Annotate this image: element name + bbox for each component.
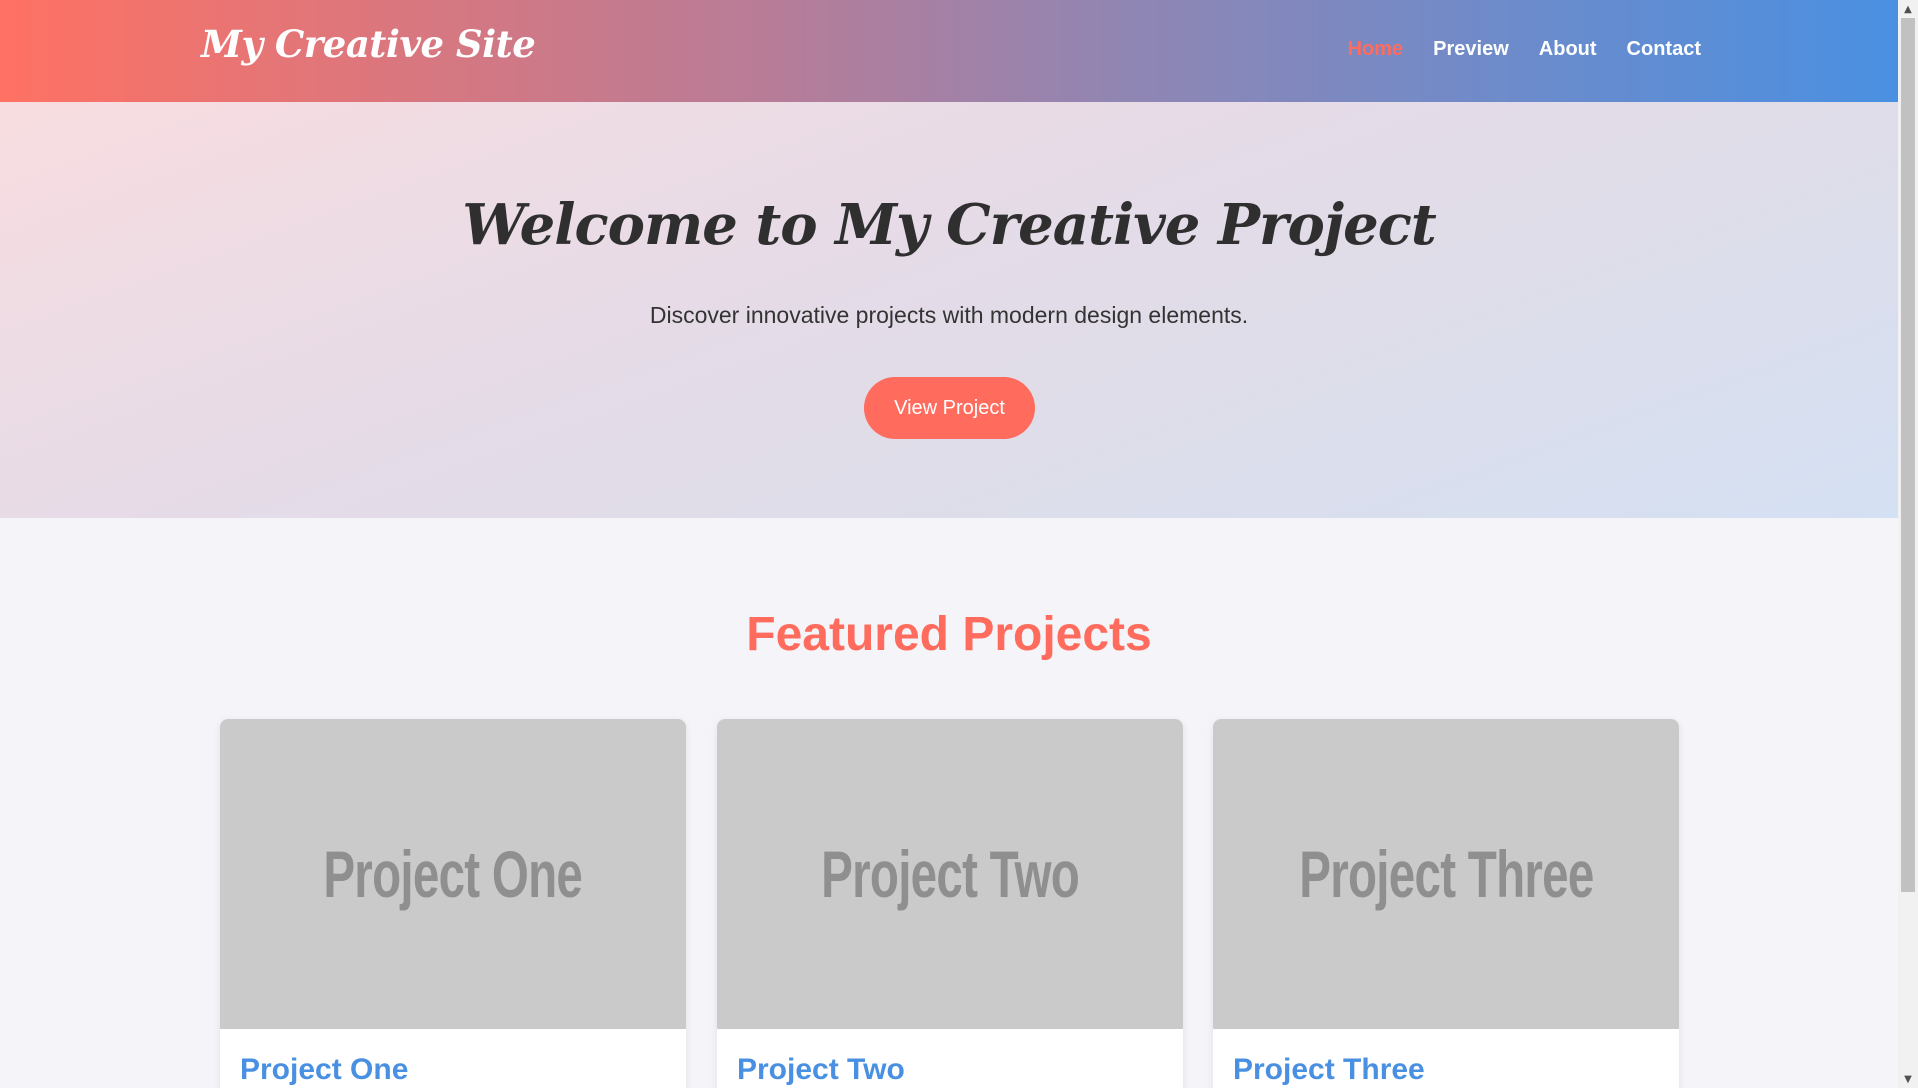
project-card-three[interactable]: Project Three Project Three (1213, 719, 1679, 1088)
project-image-placeholder: Project Two (717, 719, 1183, 1029)
main-nav: Home Preview About Contact (1348, 38, 1701, 61)
scrollbar-thumb[interactable] (1901, 18, 1915, 892)
scroll-down-arrow-icon[interactable]: ▼ (1898, 1070, 1918, 1088)
project-image-placeholder: Project Three (1213, 719, 1679, 1029)
project-card-one[interactable]: Project One Project One (220, 719, 686, 1088)
project-image-text: Project One (323, 837, 584, 911)
hero-section: Welcome to My Creative Project Discover … (0, 102, 1898, 518)
project-card-title[interactable]: Project Three (1233, 1053, 1425, 1087)
nav-link-contact[interactable]: Contact (1627, 38, 1701, 61)
project-card-two[interactable]: Project Two Project Two (717, 719, 1183, 1088)
nav-link-about[interactable]: About (1539, 38, 1597, 61)
project-card-title[interactable]: Project Two (737, 1053, 905, 1087)
hero-subtitle: Discover innovative projects with modern… (649, 302, 1249, 328)
featured-projects-heading: Featured Projects (746, 608, 1152, 661)
nav-link-home[interactable]: Home (1348, 38, 1404, 61)
project-image-text: Project Three (1298, 837, 1594, 911)
site-header: My Creative Site Home Preview About Cont… (0, 0, 1898, 102)
view-project-button[interactable]: View Project (864, 377, 1035, 439)
site-logo[interactable]: My Creative Site (201, 22, 536, 66)
hero-title: Welcome to My Creative Project (462, 192, 1436, 258)
scroll-up-arrow-icon[interactable]: ▲ (1898, 0, 1918, 18)
nav-link-preview[interactable]: Preview (1433, 38, 1509, 61)
project-image-text: Project Two (821, 837, 1080, 911)
page: My Creative Site Home Preview About Cont… (0, 0, 1898, 1088)
project-image-placeholder: Project One (220, 719, 686, 1029)
vertical-scrollbar[interactable]: ▲ ▼ (1898, 0, 1918, 1088)
project-card-title[interactable]: Project One (240, 1053, 408, 1087)
